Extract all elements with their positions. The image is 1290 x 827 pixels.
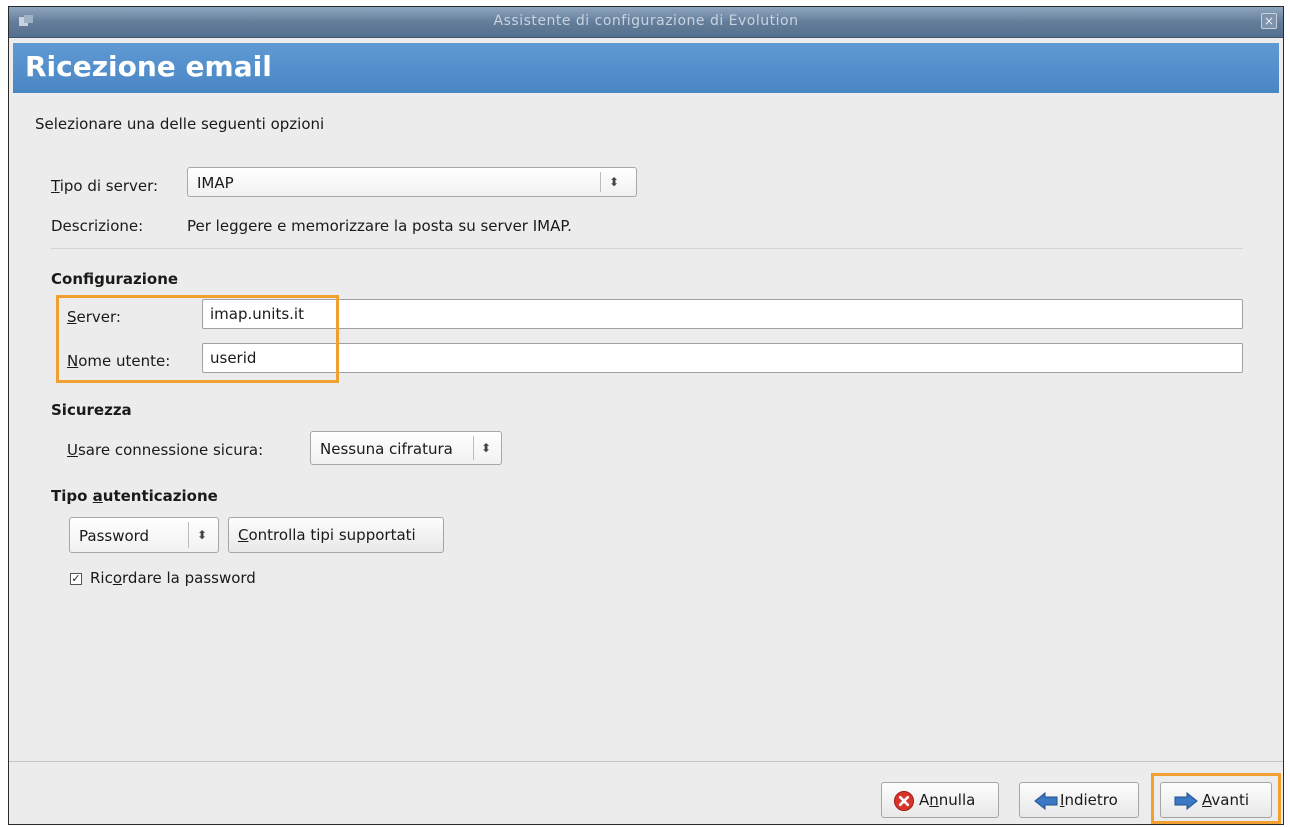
server-label: Server: [67,308,121,326]
check-supported-types-button[interactable]: Controlla tipi supportati [228,517,444,553]
server-input-value: imap.units.it [210,305,304,323]
description-text: Per leggere e memorizzare la posta su se… [187,217,572,235]
combo-arrow-icon: ⬍ [196,528,208,542]
server-input[interactable]: imap.units.it [202,299,1243,329]
combo-separator [473,436,474,460]
close-icon[interactable]: × [1261,13,1277,29]
auth-type-heading: Tipo autenticazione [51,487,218,505]
auth-type-combo[interactable]: Password ⬍ [69,517,219,553]
server-type-combo[interactable]: IMAP ⬍ [187,167,637,197]
combo-separator [188,522,189,548]
page-header: Ricezione email [13,43,1279,93]
next-button[interactable]: Avanti [1160,782,1272,818]
secure-connection-label: Usare connessione sicura: [67,441,264,459]
security-heading: Sicurezza [51,401,132,419]
setup-assistant-window: Assistente di configurazione di Evolutio… [8,6,1284,825]
page-title: Ricezione email [25,50,272,83]
secure-connection-combo[interactable]: Nessuna cifratura ⬍ [310,431,502,465]
secure-connection-value: Nessuna cifratura [320,440,453,458]
cancel-icon [894,791,914,811]
arrow-right-icon [1174,792,1198,810]
combo-separator [600,172,601,192]
username-label: Nome utente: [67,352,171,370]
footer-separator [9,761,1283,762]
cancel-label: Annulla [919,791,976,809]
back-button[interactable]: Indietro [1019,782,1139,818]
configuration-heading: Configurazione [51,270,179,288]
intro-text: Selezionare una delle seguenti opzioni [35,115,325,133]
combo-arrow-icon: ⬍ [608,175,620,189]
cancel-button[interactable]: Annulla [881,782,999,818]
back-label: Indietro [1060,791,1118,809]
next-label: Avanti [1202,791,1250,809]
username-input-value: userid [210,349,257,367]
window-title: Assistente di configurazione di Evolutio… [493,13,799,29]
server-type-value: IMAP [197,174,234,192]
arrow-left-icon [1034,792,1058,810]
remember-password-checkbox[interactable]: ✓ [70,573,82,585]
auth-type-value: Password [79,527,150,545]
separator [51,248,1243,249]
check-supported-types-label: Controlla tipi supportati [238,526,416,544]
title-bar[interactable]: Assistente di configurazione di Evolutio… [9,7,1283,38]
remember-password-label[interactable]: Ricordare la password [90,569,256,587]
username-input[interactable]: userid [202,343,1243,373]
combo-arrow-icon: ⬍ [480,441,492,455]
server-type-label: Tipo di server: [51,177,159,195]
description-label: Descrizione: [51,217,144,235]
